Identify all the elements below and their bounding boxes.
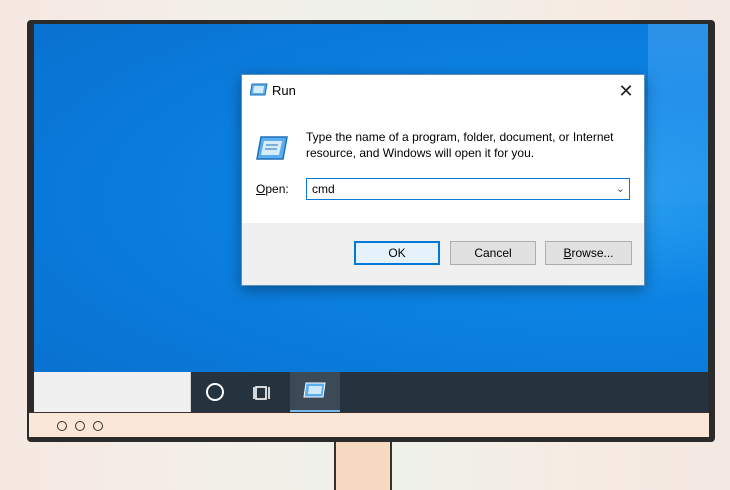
browse-button[interactable]: Browse... (545, 241, 632, 265)
taskbar (34, 372, 708, 412)
dialog-titlebar[interactable]: Run ✕ (242, 75, 644, 107)
cortana-icon[interactable] (206, 383, 224, 401)
chevron-down-icon[interactable]: ⌄ (616, 182, 625, 195)
run-dialog: Run ✕ Type the name of a program, folder… (241, 74, 645, 286)
ok-button[interactable]: OK (354, 241, 440, 265)
taskbar-run-button[interactable] (290, 372, 340, 412)
monitor-bezel (29, 412, 709, 437)
dialog-description: Type the name of a program, folder, docu… (306, 130, 614, 160)
browse-label-text: rowse... (571, 246, 614, 260)
dialog-footer: OK Cancel Browse... (242, 223, 644, 285)
dialog-title: Run (272, 83, 296, 98)
close-icon[interactable]: ✕ (616, 81, 636, 101)
open-label-accelerator: O (256, 182, 266, 196)
cancel-button[interactable]: Cancel (450, 241, 536, 265)
task-view-icon[interactable] (252, 382, 274, 404)
windows-logo-glow (648, 24, 708, 204)
browse-accelerator: B (563, 246, 572, 260)
open-label-text: pen: (265, 182, 289, 196)
open-combobox[interactable]: cmd ⌄ (306, 178, 630, 200)
open-label: Open: (256, 182, 289, 196)
run-app-icon (250, 83, 268, 96)
open-input[interactable]: cmd (312, 182, 335, 196)
taskbar-search-box[interactable] (34, 372, 191, 412)
run-app-icon (256, 136, 288, 160)
bezel-button[interactable] (57, 421, 67, 431)
bezel-button[interactable] (75, 421, 85, 431)
bezel-button[interactable] (93, 421, 103, 431)
run-app-icon (303, 382, 326, 398)
